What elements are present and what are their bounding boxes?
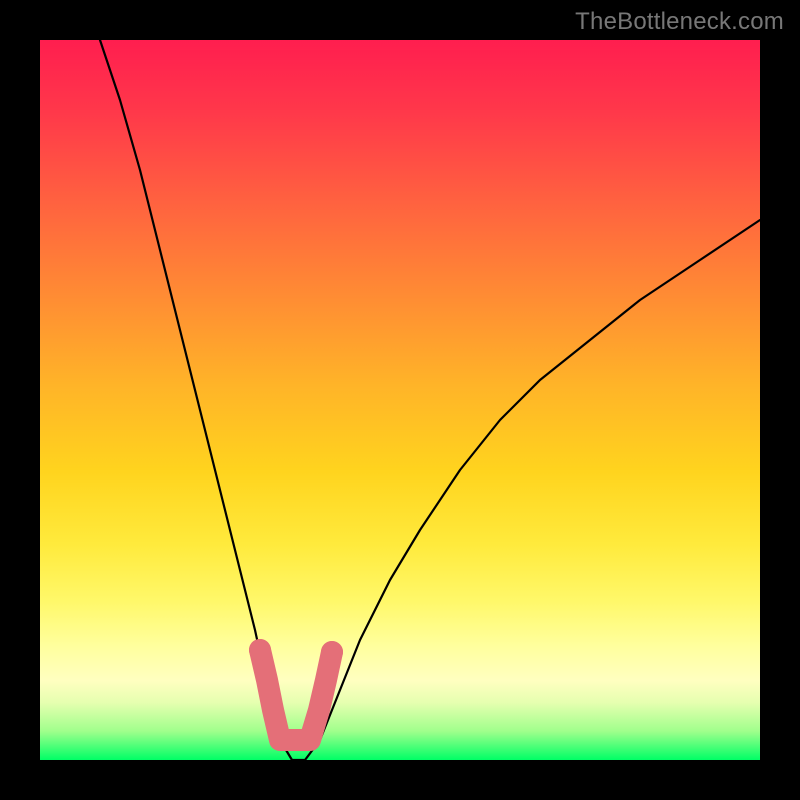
curve-svg bbox=[40, 40, 760, 760]
watermark-text: TheBottleneck.com bbox=[575, 8, 784, 36]
valley-highlight-cap bbox=[321, 641, 343, 663]
plot-area bbox=[40, 40, 760, 760]
valley-highlight-cap bbox=[249, 639, 271, 661]
chart-frame: TheBottleneck.com bbox=[0, 0, 800, 800]
valley-highlight-stroke bbox=[260, 650, 332, 740]
bottleneck-curve bbox=[100, 40, 760, 760]
valley-highlight bbox=[249, 639, 343, 740]
